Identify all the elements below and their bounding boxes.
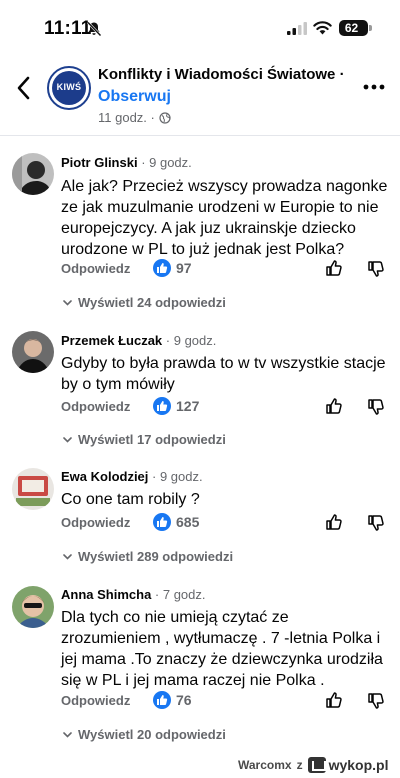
like-reaction-icon <box>153 691 171 709</box>
like-count: 685 <box>176 514 200 530</box>
globe-icon <box>159 111 171 124</box>
wykop-logo-icon <box>307 757 326 773</box>
comment-author[interactable]: Piotr Glinski <box>61 155 138 170</box>
like-count: 76 <box>176 692 192 708</box>
comment-author-line: Ewa Kolodziej · 9 godz. <box>61 469 203 484</box>
reply-button[interactable]: Odpowiedz <box>61 261 130 276</box>
view-replies-label: Wyświetl 20 odpowiedzi <box>78 727 226 742</box>
comment-text: Dla tych co nie umieją czytać ze zrozumi… <box>61 609 383 689</box>
thumbs-up-icon[interactable] <box>325 259 343 277</box>
comment-time: · 9 godz. <box>148 469 203 484</box>
chevron-down-icon <box>63 299 72 306</box>
like-reaction-icon <box>153 259 171 277</box>
page-avatar[interactable]: KIWŚ <box>47 66 91 110</box>
comment-author[interactable]: Ewa Kolodziej <box>61 469 148 484</box>
reply-button[interactable]: Odpowiedz <box>61 515 130 530</box>
battery-tip <box>369 25 372 31</box>
watermark-site: wykop.pl <box>328 757 389 773</box>
watermark: Warcomx z wykop.pl <box>238 757 388 773</box>
comment-author-line: Przemek Łuczak · 9 godz. <box>61 333 216 348</box>
view-replies-label: Wyświetl 24 odpowiedzi <box>78 295 226 310</box>
post-meta: 11 godz. · <box>98 110 171 125</box>
thumbs-up-icon[interactable] <box>325 691 343 709</box>
comment-author-line: Anna Shimcha · 7 godz. <box>61 587 206 602</box>
view-replies-link[interactable]: Wyświetl 20 odpowiedzi <box>63 727 226 742</box>
wifi-icon <box>313 21 332 35</box>
avatar[interactable] <box>12 586 54 628</box>
like-summary[interactable]: 685 <box>153 513 199 531</box>
bell-off-icon <box>87 21 102 37</box>
like-summary[interactable]: 127 <box>153 397 199 415</box>
chevron-down-icon <box>63 436 72 443</box>
chevron-down-icon <box>63 731 72 738</box>
comment-time: · 9 godz. <box>162 333 217 348</box>
post-header: KIWŚ Konflikty i Wiadomości Światowe · O… <box>0 56 400 132</box>
post-time: 11 godz. · <box>98 110 155 125</box>
like-count: 127 <box>176 398 200 414</box>
comment-time: · 9 godz. <box>137 155 192 170</box>
reply-button[interactable]: Odpowiedz <box>61 399 130 414</box>
reply-button[interactable]: Odpowiedz <box>61 693 130 708</box>
thumbs-down-icon[interactable] <box>367 260 385 278</box>
comment-text: Ale jak? Przecież wszyscy prowadza nagon… <box>61 178 388 258</box>
thumbs-up-icon[interactable] <box>325 397 343 415</box>
follow-button[interactable]: Obserwuj <box>98 88 171 106</box>
battery-level: 62 <box>344 21 359 35</box>
view-replies-link[interactable]: Wyświetl 24 odpowiedzi <box>63 295 226 310</box>
like-reaction-icon <box>153 513 171 531</box>
status-time: 11:11 <box>44 18 92 39</box>
more-options-icon[interactable] <box>362 82 386 92</box>
comment-text: Gdyby to była prawda to w tv wszystkie s… <box>61 355 386 393</box>
cellular-signal-icon <box>287 22 307 35</box>
comment-time: · 7 godz. <box>151 587 206 602</box>
back-arrow-icon[interactable] <box>14 74 34 102</box>
avatar[interactable] <box>12 153 54 195</box>
status-bar: 11:11 62 <box>0 0 400 56</box>
watermark-z: z <box>296 758 303 772</box>
view-replies-label: Wyświetl 289 odpowiedzi <box>78 549 234 564</box>
view-replies-label: Wyświetl 17 odpowiedzi <box>78 432 226 447</box>
page-logo: KIWŚ <box>52 71 86 105</box>
like-count: 97 <box>176 260 192 276</box>
page-logo-text: KIWŚ <box>56 82 82 92</box>
view-replies-link[interactable]: Wyświetl 17 odpowiedzi <box>63 432 226 447</box>
chevron-down-icon <box>63 553 72 560</box>
wykop-logo: wykop.pl <box>307 757 389 773</box>
like-summary[interactable]: 97 <box>153 259 192 277</box>
header-divider <box>0 135 400 136</box>
comment-text: Co one tam robily ? <box>61 491 200 508</box>
watermark-user: Warcomx <box>238 758 292 772</box>
battery-icon: 62 <box>339 20 368 36</box>
thumbs-down-icon[interactable] <box>367 514 385 532</box>
comment-author[interactable]: Anna Shimcha <box>61 587 151 602</box>
thumbs-down-icon[interactable] <box>367 692 385 710</box>
like-summary[interactable]: 76 <box>153 691 192 709</box>
thumbs-down-icon[interactable] <box>367 398 385 416</box>
avatar[interactable] <box>12 468 54 510</box>
avatar[interactable] <box>12 331 54 373</box>
comment-author[interactable]: Przemek Łuczak <box>61 333 162 348</box>
like-reaction-icon <box>153 397 171 415</box>
thumbs-up-icon[interactable] <box>325 513 343 531</box>
page-name[interactable]: Konflikty i Wiadomości Światowe · <box>98 66 345 83</box>
view-replies-link[interactable]: Wyświetl 289 odpowiedzi <box>63 549 233 564</box>
comment-author-line: Piotr Glinski · 9 godz. <box>61 155 192 170</box>
